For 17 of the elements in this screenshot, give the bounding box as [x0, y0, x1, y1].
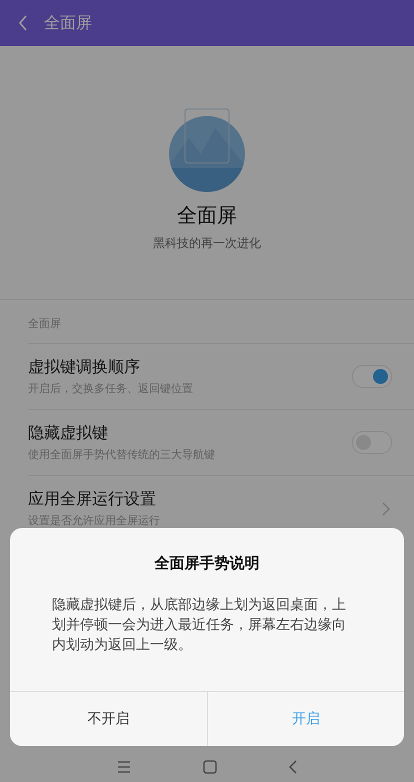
dialog-message: 隐藏虚拟键后，从底部边缘上划为返回桌面，上划并停顿一会为进入最近任务，屏幕左右边缘向内划动为返回上一级。	[51, 596, 347, 655]
setting-title: 应用全屏运行设置	[28, 489, 157, 510]
hero-title: 全面屏	[177, 202, 237, 229]
setting-description: 使用全面屏手势代替传统的三大导航键	[28, 447, 215, 462]
setting-description: 设置是否允许应用全屏运行	[28, 513, 160, 528]
menu-icon[interactable]	[117, 761, 131, 773]
dialog-title: 全面屏手势说明	[153, 553, 260, 573]
screen-illustration-icon	[167, 108, 247, 192]
setting-title: 虚拟键调换顺序	[28, 357, 141, 378]
header-title: 全面屏	[44, 12, 92, 34]
home-icon[interactable]	[203, 760, 217, 774]
section-label: 全面屏	[28, 300, 414, 344]
toggle-switch[interactable]	[352, 365, 392, 388]
hero-subtitle: 黑科技的再一次进化	[153, 235, 261, 252]
setting-description: 开启后，交换多任务、返回键位置	[28, 381, 193, 396]
back-icon[interactable]	[289, 760, 297, 774]
setting-title: 隐藏虚拟键	[28, 423, 109, 444]
